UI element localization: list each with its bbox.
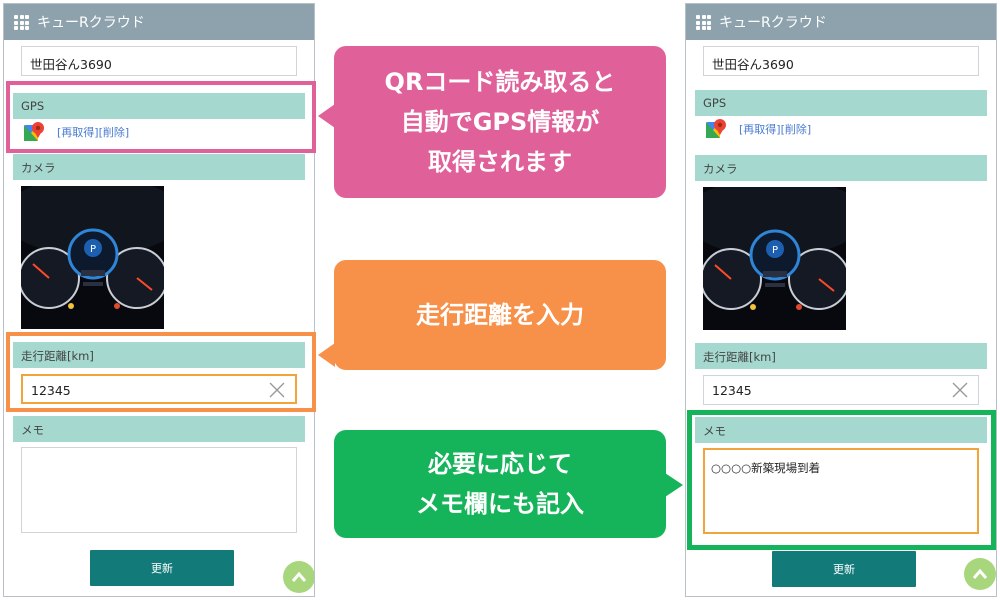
app-header: キューRクラウド bbox=[686, 4, 996, 40]
update-button[interactable]: 更新 bbox=[772, 551, 916, 587]
memo-textarea[interactable] bbox=[21, 447, 297, 533]
address-field[interactable]: 世田谷ん3690 bbox=[703, 46, 979, 76]
svg-text:P: P bbox=[90, 244, 96, 255]
gps-callout-pointer bbox=[318, 104, 335, 128]
svg-text:P: P bbox=[772, 245, 778, 256]
mileage-section-header: 走行距離[km] bbox=[695, 343, 987, 369]
mileage-callout-pointer bbox=[318, 343, 335, 367]
update-button[interactable]: 更新 bbox=[90, 550, 234, 586]
chevron-up-icon bbox=[972, 568, 988, 579]
app-title: キューRクラウド bbox=[719, 15, 827, 31]
camera-photo: P bbox=[21, 186, 164, 329]
mileage-value: 12345 bbox=[712, 383, 752, 398]
camera-section-header: カメラ bbox=[13, 154, 305, 180]
camera-photo: P bbox=[703, 187, 846, 330]
gps-action-links[interactable]: [再取得][削除] bbox=[739, 121, 811, 137]
tutorial-stage: キューRクラウド 世田谷ん3690 GPS [再取得][削除] カメラ P 走行… bbox=[0, 0, 1000, 600]
memo-section-header: メモ bbox=[13, 416, 305, 442]
clear-icon[interactable] bbox=[950, 380, 970, 400]
gps-row: [再取得][削除] bbox=[705, 116, 811, 142]
scroll-top-button[interactable] bbox=[964, 558, 996, 590]
memo-highlight-frame bbox=[687, 410, 996, 550]
app-title: キューRクラウド bbox=[37, 15, 145, 31]
gps-callout: QRコード読み取ると 自動でGPS情報が 取得されます bbox=[334, 46, 666, 198]
gps-highlight-frame bbox=[6, 81, 316, 153]
grid-menu-icon[interactable] bbox=[696, 15, 712, 30]
grid-menu-icon[interactable] bbox=[14, 15, 30, 30]
google-maps-icon[interactable] bbox=[705, 118, 727, 140]
address-field[interactable]: 世田谷ん3690 bbox=[21, 46, 297, 76]
mileage-highlight-frame bbox=[6, 332, 316, 412]
mileage-callout: 走行距離を入力 bbox=[334, 260, 666, 370]
memo-callout-pointer bbox=[665, 473, 683, 497]
memo-callout: 必要に応じて メモ欄にも記入 bbox=[334, 430, 666, 538]
gps-section-header: GPS bbox=[695, 90, 987, 116]
mileage-input[interactable]: 12345 bbox=[703, 375, 979, 405]
camera-section-header: カメラ bbox=[695, 155, 987, 181]
app-header: キューRクラウド bbox=[4, 4, 314, 40]
chevron-up-icon bbox=[291, 571, 307, 582]
scroll-top-button[interactable] bbox=[283, 561, 314, 593]
